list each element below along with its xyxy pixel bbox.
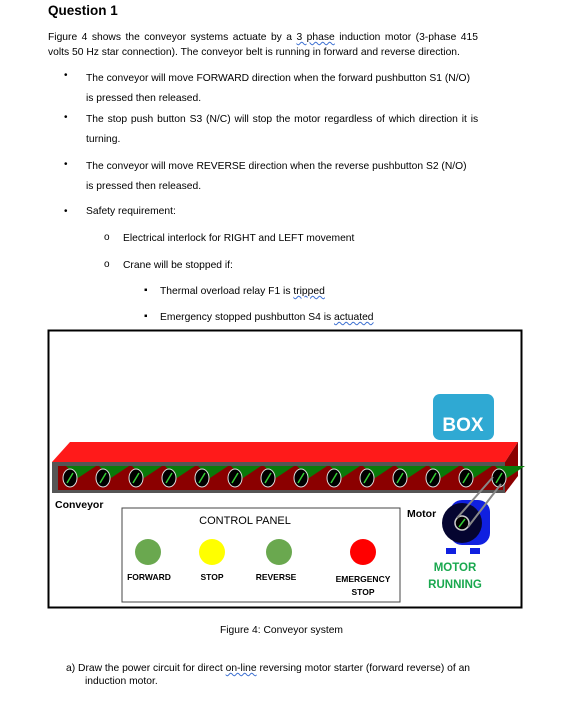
- motor-status-1: MOTOR: [434, 562, 477, 574]
- rollers: [58, 466, 525, 490]
- figure-caption: Figure 4: Conveyor system: [219, 625, 344, 636]
- forward-light: [135, 539, 161, 565]
- belt-top: [52, 442, 518, 462]
- reverse-label: REVERSE: [256, 572, 297, 582]
- panel-title: CONTROL PANEL: [199, 515, 291, 527]
- reverse-light: [266, 539, 292, 565]
- question-a: a) Draw the power circuit for direct on-…: [66, 663, 471, 687]
- conveyor-label: Conveyor: [55, 499, 103, 511]
- document-page: Question 1 Figure 4 shows the conveyor s…: [0, 0, 563, 706]
- stop-label: STOP: [201, 572, 224, 582]
- motor-status-2: RUNNING: [428, 579, 482, 591]
- forward-label: FORWARD: [127, 572, 171, 582]
- stop-light: [199, 539, 225, 565]
- motor-label: Motor: [407, 508, 436, 520]
- emergency-light: [350, 539, 376, 565]
- emergency-label: EMERGENCY: [336, 574, 391, 584]
- emergency-label-2: STOP: [352, 587, 375, 597]
- conveyor-figure: BOX Conveyor CONTROL PANEL FORWARD STOP …: [47, 329, 525, 609]
- box-label: BOX: [442, 415, 484, 436]
